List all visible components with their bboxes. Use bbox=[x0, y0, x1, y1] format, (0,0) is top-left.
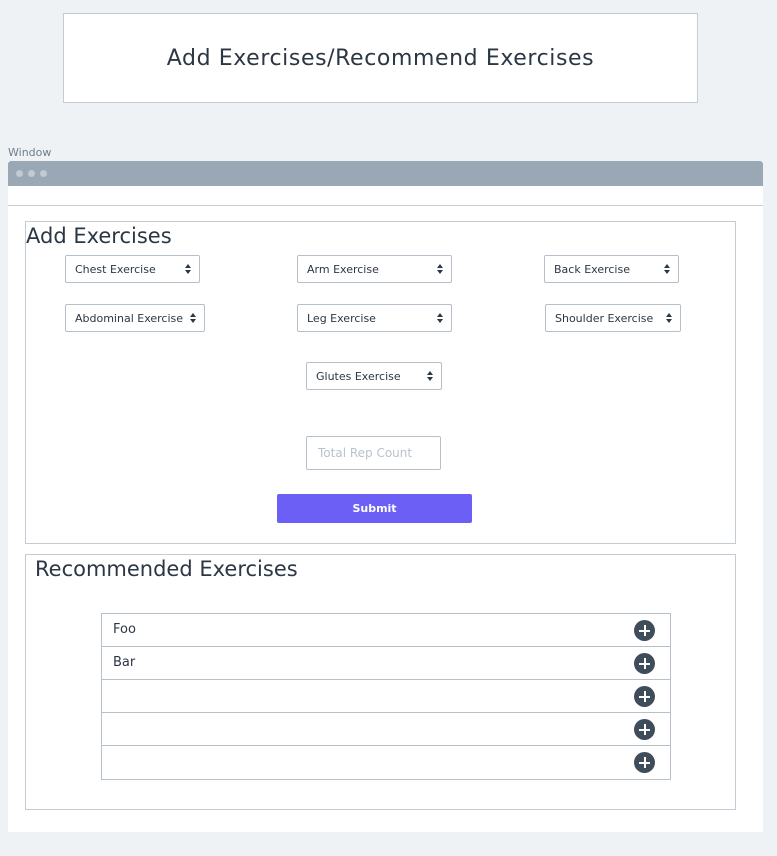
select-arrows-icon bbox=[437, 263, 443, 275]
leg-exercise-select-value: Leg Exercise bbox=[307, 311, 376, 325]
recommended-exercises-list: Foo Bar bbox=[101, 613, 671, 780]
leg-exercise-select[interactable]: Leg Exercise bbox=[297, 304, 452, 332]
arm-exercise-select[interactable]: Arm Exercise bbox=[297, 255, 452, 283]
plus-circle-icon[interactable] bbox=[634, 620, 655, 641]
chest-exercise-select[interactable]: Chest Exercise bbox=[65, 255, 200, 283]
recommended-exercises-panel: Recommended Exercises Foo Bar bbox=[25, 554, 736, 810]
window-address-bar[interactable] bbox=[8, 186, 763, 206]
total-rep-count-input[interactable] bbox=[306, 436, 441, 470]
select-arrows-icon bbox=[666, 312, 672, 324]
window: Add Exercises Chest Exercise Arm Exercis… bbox=[8, 161, 763, 832]
window-dot-icon bbox=[16, 170, 23, 177]
arm-exercise-select-value: Arm Exercise bbox=[307, 262, 379, 276]
list-item bbox=[102, 746, 670, 779]
glutes-exercise-select-value: Glutes Exercise bbox=[316, 369, 401, 383]
list-item bbox=[102, 680, 670, 713]
plus-circle-icon[interactable] bbox=[634, 653, 655, 674]
shoulder-exercise-select[interactable]: Shoulder Exercise bbox=[545, 304, 681, 332]
select-arrows-icon bbox=[190, 312, 196, 324]
window-dot-icon bbox=[40, 170, 47, 177]
back-exercise-select[interactable]: Back Exercise bbox=[544, 255, 679, 283]
page-header: Add Exercises/Recommend Exercises bbox=[63, 13, 698, 103]
plus-circle-icon[interactable] bbox=[634, 719, 655, 740]
list-item-label: Bar bbox=[113, 655, 136, 670]
glutes-exercise-select[interactable]: Glutes Exercise bbox=[306, 362, 442, 390]
plus-circle-icon[interactable] bbox=[634, 686, 655, 707]
abdominal-exercise-select[interactable]: Abdominal Exercise bbox=[65, 304, 205, 332]
page-title: Add Exercises/Recommend Exercises bbox=[166, 45, 595, 71]
submit-button[interactable]: Submit bbox=[277, 494, 472, 523]
select-arrows-icon bbox=[185, 263, 191, 275]
plus-circle-icon[interactable] bbox=[634, 752, 655, 773]
add-exercises-title: Add Exercises bbox=[26, 224, 172, 248]
back-exercise-select-value: Back Exercise bbox=[554, 262, 630, 276]
add-exercises-panel: Add Exercises Chest Exercise Arm Exercis… bbox=[25, 221, 736, 544]
select-arrows-icon bbox=[427, 370, 433, 382]
list-item-label: Foo bbox=[113, 622, 136, 637]
list-item: Bar bbox=[102, 647, 670, 680]
list-item bbox=[102, 713, 670, 746]
list-item: Foo bbox=[102, 614, 670, 647]
shoulder-exercise-select-value: Shoulder Exercise bbox=[555, 311, 654, 325]
abdominal-exercise-select-value: Abdominal Exercise bbox=[75, 311, 184, 325]
select-arrows-icon bbox=[437, 312, 443, 324]
window-titlebar[interactable] bbox=[8, 161, 763, 186]
chest-exercise-select-value: Chest Exercise bbox=[75, 262, 156, 276]
recommended-exercises-title: Recommended Exercises bbox=[35, 557, 298, 581]
window-label: Window bbox=[8, 146, 52, 159]
select-arrows-icon bbox=[664, 263, 670, 275]
window-dot-icon bbox=[28, 170, 35, 177]
